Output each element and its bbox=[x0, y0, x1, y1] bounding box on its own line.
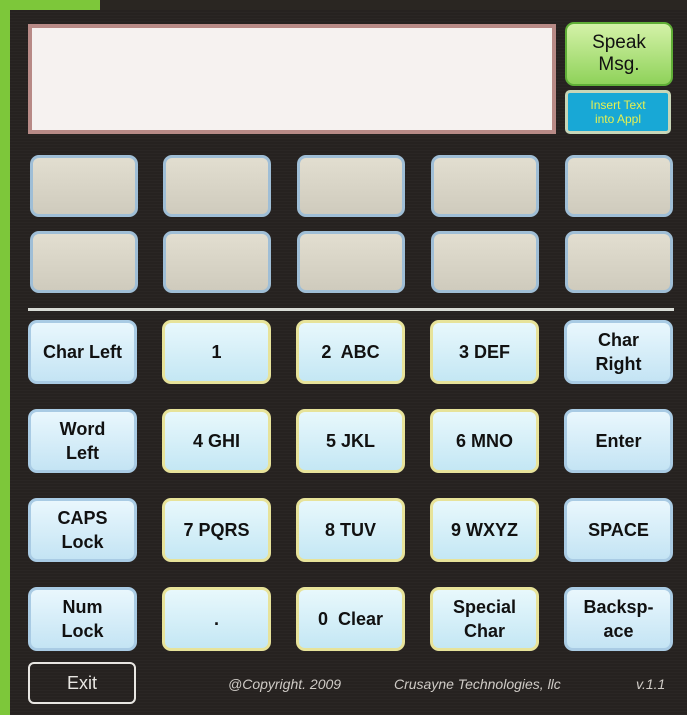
key-4[interactable]: 4 GHI bbox=[162, 409, 271, 473]
key-9[interactable]: 9 WXYZ bbox=[430, 498, 539, 562]
prediction-slot-2[interactable] bbox=[163, 155, 271, 217]
char-left-label: Char Left bbox=[42, 342, 122, 362]
speak-message-button[interactable]: Speak Msg. bbox=[565, 22, 673, 86]
key-1[interactable]: 1 bbox=[162, 320, 271, 384]
char-right-label-1: Char bbox=[597, 330, 639, 350]
key-0-label: 0 Clear bbox=[317, 609, 384, 629]
prediction-slot-8[interactable] bbox=[297, 231, 405, 293]
enter-key[interactable]: Enter bbox=[564, 409, 673, 473]
backspace-key[interactable]: Backsp- ace bbox=[564, 587, 673, 651]
insert-text-button[interactable]: Insert Text into Appl bbox=[565, 90, 671, 134]
key-7[interactable]: 7 PQRS bbox=[162, 498, 271, 562]
prediction-slot-3[interactable] bbox=[297, 155, 405, 217]
char-left-key[interactable]: Char Left bbox=[28, 320, 137, 384]
key-2-label: 2 ABC bbox=[321, 342, 380, 362]
period-label: . bbox=[213, 609, 219, 629]
word-left-label-2: Left bbox=[65, 443, 99, 463]
key-3[interactable]: 3 DEF bbox=[430, 320, 539, 384]
exit-label: Exit bbox=[66, 672, 97, 693]
caps-lock-label-2: Lock bbox=[61, 532, 104, 552]
special-char-label-1: Special bbox=[452, 597, 517, 617]
prediction-slot-4[interactable] bbox=[431, 155, 539, 217]
caps-lock-label-1: CAPS bbox=[57, 508, 108, 528]
key-6[interactable]: 6 MNO bbox=[430, 409, 539, 473]
prediction-slot-5[interactable] bbox=[565, 155, 673, 217]
period-key[interactable]: . bbox=[162, 587, 271, 651]
insert-label-line1: Insert Text bbox=[590, 98, 646, 112]
prediction-slot-7[interactable] bbox=[163, 231, 271, 293]
speak-label-line2: Msg. bbox=[598, 54, 640, 75]
num-lock-label-2: Lock bbox=[61, 621, 104, 641]
exit-button[interactable]: Exit bbox=[28, 662, 136, 704]
insert-label-line2: into Appl bbox=[594, 112, 642, 126]
prediction-slot-10[interactable] bbox=[565, 231, 673, 293]
word-left-label-1: Word bbox=[59, 419, 106, 439]
space-label: SPACE bbox=[588, 520, 649, 540]
prediction-slot-1[interactable] bbox=[30, 155, 138, 217]
key-4-label: 4 GHI bbox=[192, 431, 240, 451]
message-display[interactable] bbox=[28, 24, 556, 134]
key-7-label: 7 PQRS bbox=[183, 520, 250, 540]
key-5[interactable]: 5 JKL bbox=[296, 409, 405, 473]
key-9-label: 9 WXYZ bbox=[450, 520, 518, 540]
special-char-key[interactable]: Special Char bbox=[430, 587, 539, 651]
num-lock-key[interactable]: Num Lock bbox=[28, 587, 137, 651]
window-edge-left bbox=[0, 0, 10, 715]
section-divider bbox=[28, 308, 674, 311]
prediction-slot-9[interactable] bbox=[431, 231, 539, 293]
enter-label: Enter bbox=[595, 431, 642, 451]
char-right-label-2: Right bbox=[595, 354, 642, 374]
key-2[interactable]: 2 ABC bbox=[296, 320, 405, 384]
version-text: v.1.1 bbox=[636, 676, 666, 692]
speak-label-line1: Speak bbox=[592, 32, 646, 53]
prediction-slot-6[interactable] bbox=[30, 231, 138, 293]
special-char-label-2: Char bbox=[463, 621, 505, 641]
caps-lock-key[interactable]: CAPS Lock bbox=[28, 498, 137, 562]
key-0-clear[interactable]: 0 Clear bbox=[296, 587, 405, 651]
company-text: Crusayne Technologies, llc bbox=[394, 676, 561, 692]
key-8[interactable]: 8 TUV bbox=[296, 498, 405, 562]
backspace-label-2: ace bbox=[603, 621, 634, 641]
key-1-label: 1 bbox=[211, 342, 222, 362]
num-lock-label-1: Num bbox=[62, 597, 103, 617]
key-6-label: 6 MNO bbox=[455, 431, 513, 451]
word-left-key[interactable]: Word Left bbox=[28, 409, 137, 473]
window-edge-top bbox=[0, 0, 100, 10]
char-right-key[interactable]: Char Right bbox=[564, 320, 673, 384]
key-8-label: 8 TUV bbox=[324, 520, 376, 540]
key-3-label: 3 DEF bbox=[458, 342, 510, 362]
backspace-label-1: Backsp- bbox=[583, 597, 654, 617]
copyright-text: @Copyright. 2009 bbox=[228, 676, 342, 692]
message-text bbox=[32, 28, 552, 44]
key-5-label: 5 JKL bbox=[325, 431, 376, 451]
space-key[interactable]: SPACE bbox=[564, 498, 673, 562]
